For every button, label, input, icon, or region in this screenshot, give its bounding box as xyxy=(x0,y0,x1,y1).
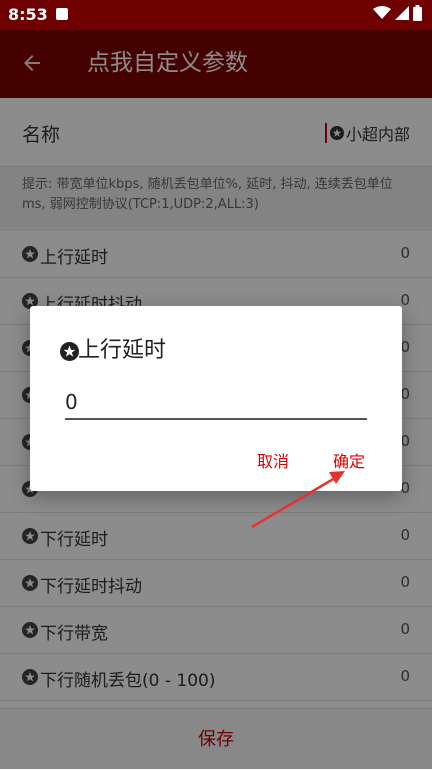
wifi-icon xyxy=(373,6,391,19)
dialog-title: 上行延时 xyxy=(78,338,167,363)
confirm-button[interactable]: 确定 xyxy=(333,448,365,472)
edit-dialog: 上行延时 取消 确定 xyxy=(30,306,402,491)
signal-icon xyxy=(395,6,409,20)
star-circle-icon xyxy=(60,342,79,361)
cancel-button[interactable]: 取消 xyxy=(257,448,289,472)
dialog-value-input[interactable] xyxy=(65,386,367,420)
status-time: 8:53 xyxy=(8,5,48,24)
notification-icon xyxy=(56,8,68,20)
status-icons xyxy=(373,5,422,21)
battery-icon xyxy=(413,5,422,21)
status-bar: 8:53 xyxy=(0,0,432,30)
